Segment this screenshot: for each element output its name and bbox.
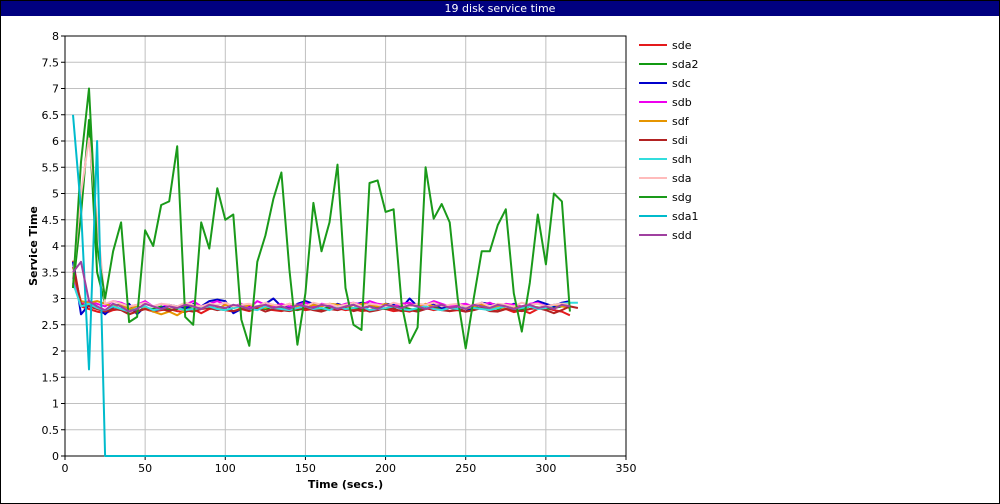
legend-label-sdi: sdi bbox=[672, 134, 688, 147]
x-tick-label: 300 bbox=[535, 462, 556, 475]
legend-label-sdg: sdg bbox=[672, 191, 692, 204]
y-tick-label: 3 bbox=[52, 293, 59, 306]
x-tick-label: 250 bbox=[455, 462, 476, 475]
x-axis-label: Time (secs.) bbox=[308, 478, 383, 491]
x-tick-label: 50 bbox=[138, 462, 152, 475]
x-tick-label: 0 bbox=[62, 462, 69, 475]
y-tick-label: 6 bbox=[52, 135, 59, 148]
y-tick-label: 2.5 bbox=[42, 319, 60, 332]
x-tick-label: 100 bbox=[215, 462, 236, 475]
y-tick-label: 3.5 bbox=[42, 266, 60, 279]
y-tick-label: 2 bbox=[52, 345, 59, 358]
y-axis-label: Service Time bbox=[27, 206, 40, 286]
y-tick-label: 4.5 bbox=[42, 214, 60, 227]
y-tick-label: 7 bbox=[52, 83, 59, 96]
legend-label-sdc: sdc bbox=[672, 77, 691, 90]
x-tick-label: 150 bbox=[295, 462, 316, 475]
legend-label-sdh: sdh bbox=[672, 153, 692, 166]
y-tick-label: 7.5 bbox=[42, 56, 60, 69]
y-tick-label: 8 bbox=[52, 30, 59, 43]
y-tick-label: 5.5 bbox=[42, 161, 60, 174]
legend-label-sda1: sda1 bbox=[672, 210, 698, 223]
y-tick-label: 0 bbox=[52, 450, 59, 463]
legend-label-sdf: sdf bbox=[672, 115, 690, 128]
y-tick-label: 6.5 bbox=[42, 109, 60, 122]
chart: 0 0.5 1 1.5 2 2.5 3 3.5 4 4.5 5 5.5 6 6.5 7 7.5 8 0 50 100 1… bbox=[27, 30, 698, 491]
legend-label-sdb: sdb bbox=[672, 96, 692, 109]
y-tick-label: 1.5 bbox=[42, 371, 60, 384]
x-tick-label: 200 bbox=[375, 462, 396, 475]
chart-window: 19 disk service time 0 0.5 1 1.5 2 2.5 3 3.5 4 4.… bbox=[0, 0, 1000, 504]
x-tick-label: 350 bbox=[616, 462, 637, 475]
legend-label-sda2: sda2 bbox=[672, 58, 698, 71]
legend-label-sda: sda bbox=[672, 172, 691, 185]
legend-label-sde: sde bbox=[672, 39, 692, 52]
y-tick-label: 5 bbox=[52, 188, 59, 201]
y-tick-label: 0.5 bbox=[42, 424, 60, 437]
y-tick-label: 1 bbox=[52, 398, 59, 411]
legend-label-sdd: sdd bbox=[672, 229, 692, 242]
y-tick-label: 4 bbox=[52, 240, 59, 253]
